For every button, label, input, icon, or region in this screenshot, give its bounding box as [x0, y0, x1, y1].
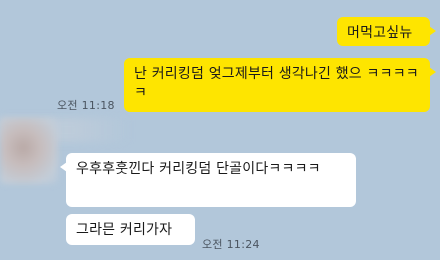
friend-avatar[interactable]	[0, 118, 58, 184]
my-message-bubble[interactable]: 난 커리킹덤 엊그제부터 생각나긴 했으 ㅋㅋㅋㅋㅋ	[124, 58, 436, 112]
friend-message-bubble[interactable]: 그라믄 커리가자	[66, 214, 195, 245]
my-message-bubble[interactable]: 머먹고싶뉴	[337, 17, 436, 46]
message-timestamp: 오전 11:18	[57, 99, 115, 112]
chat-area: 머먹고싶뉴 난 커리킹덤 엊그제부터 생각나긴 했으 ㅋㅋㅋㅋㅋ 오전 11:1…	[0, 0, 440, 260]
message-timestamp: 오전 11:24	[202, 238, 260, 251]
friend-message-bubble[interactable]: 우후후훗낀다 커리킹덤 단골이다ㅋㅋㅋㅋ	[60, 153, 356, 207]
